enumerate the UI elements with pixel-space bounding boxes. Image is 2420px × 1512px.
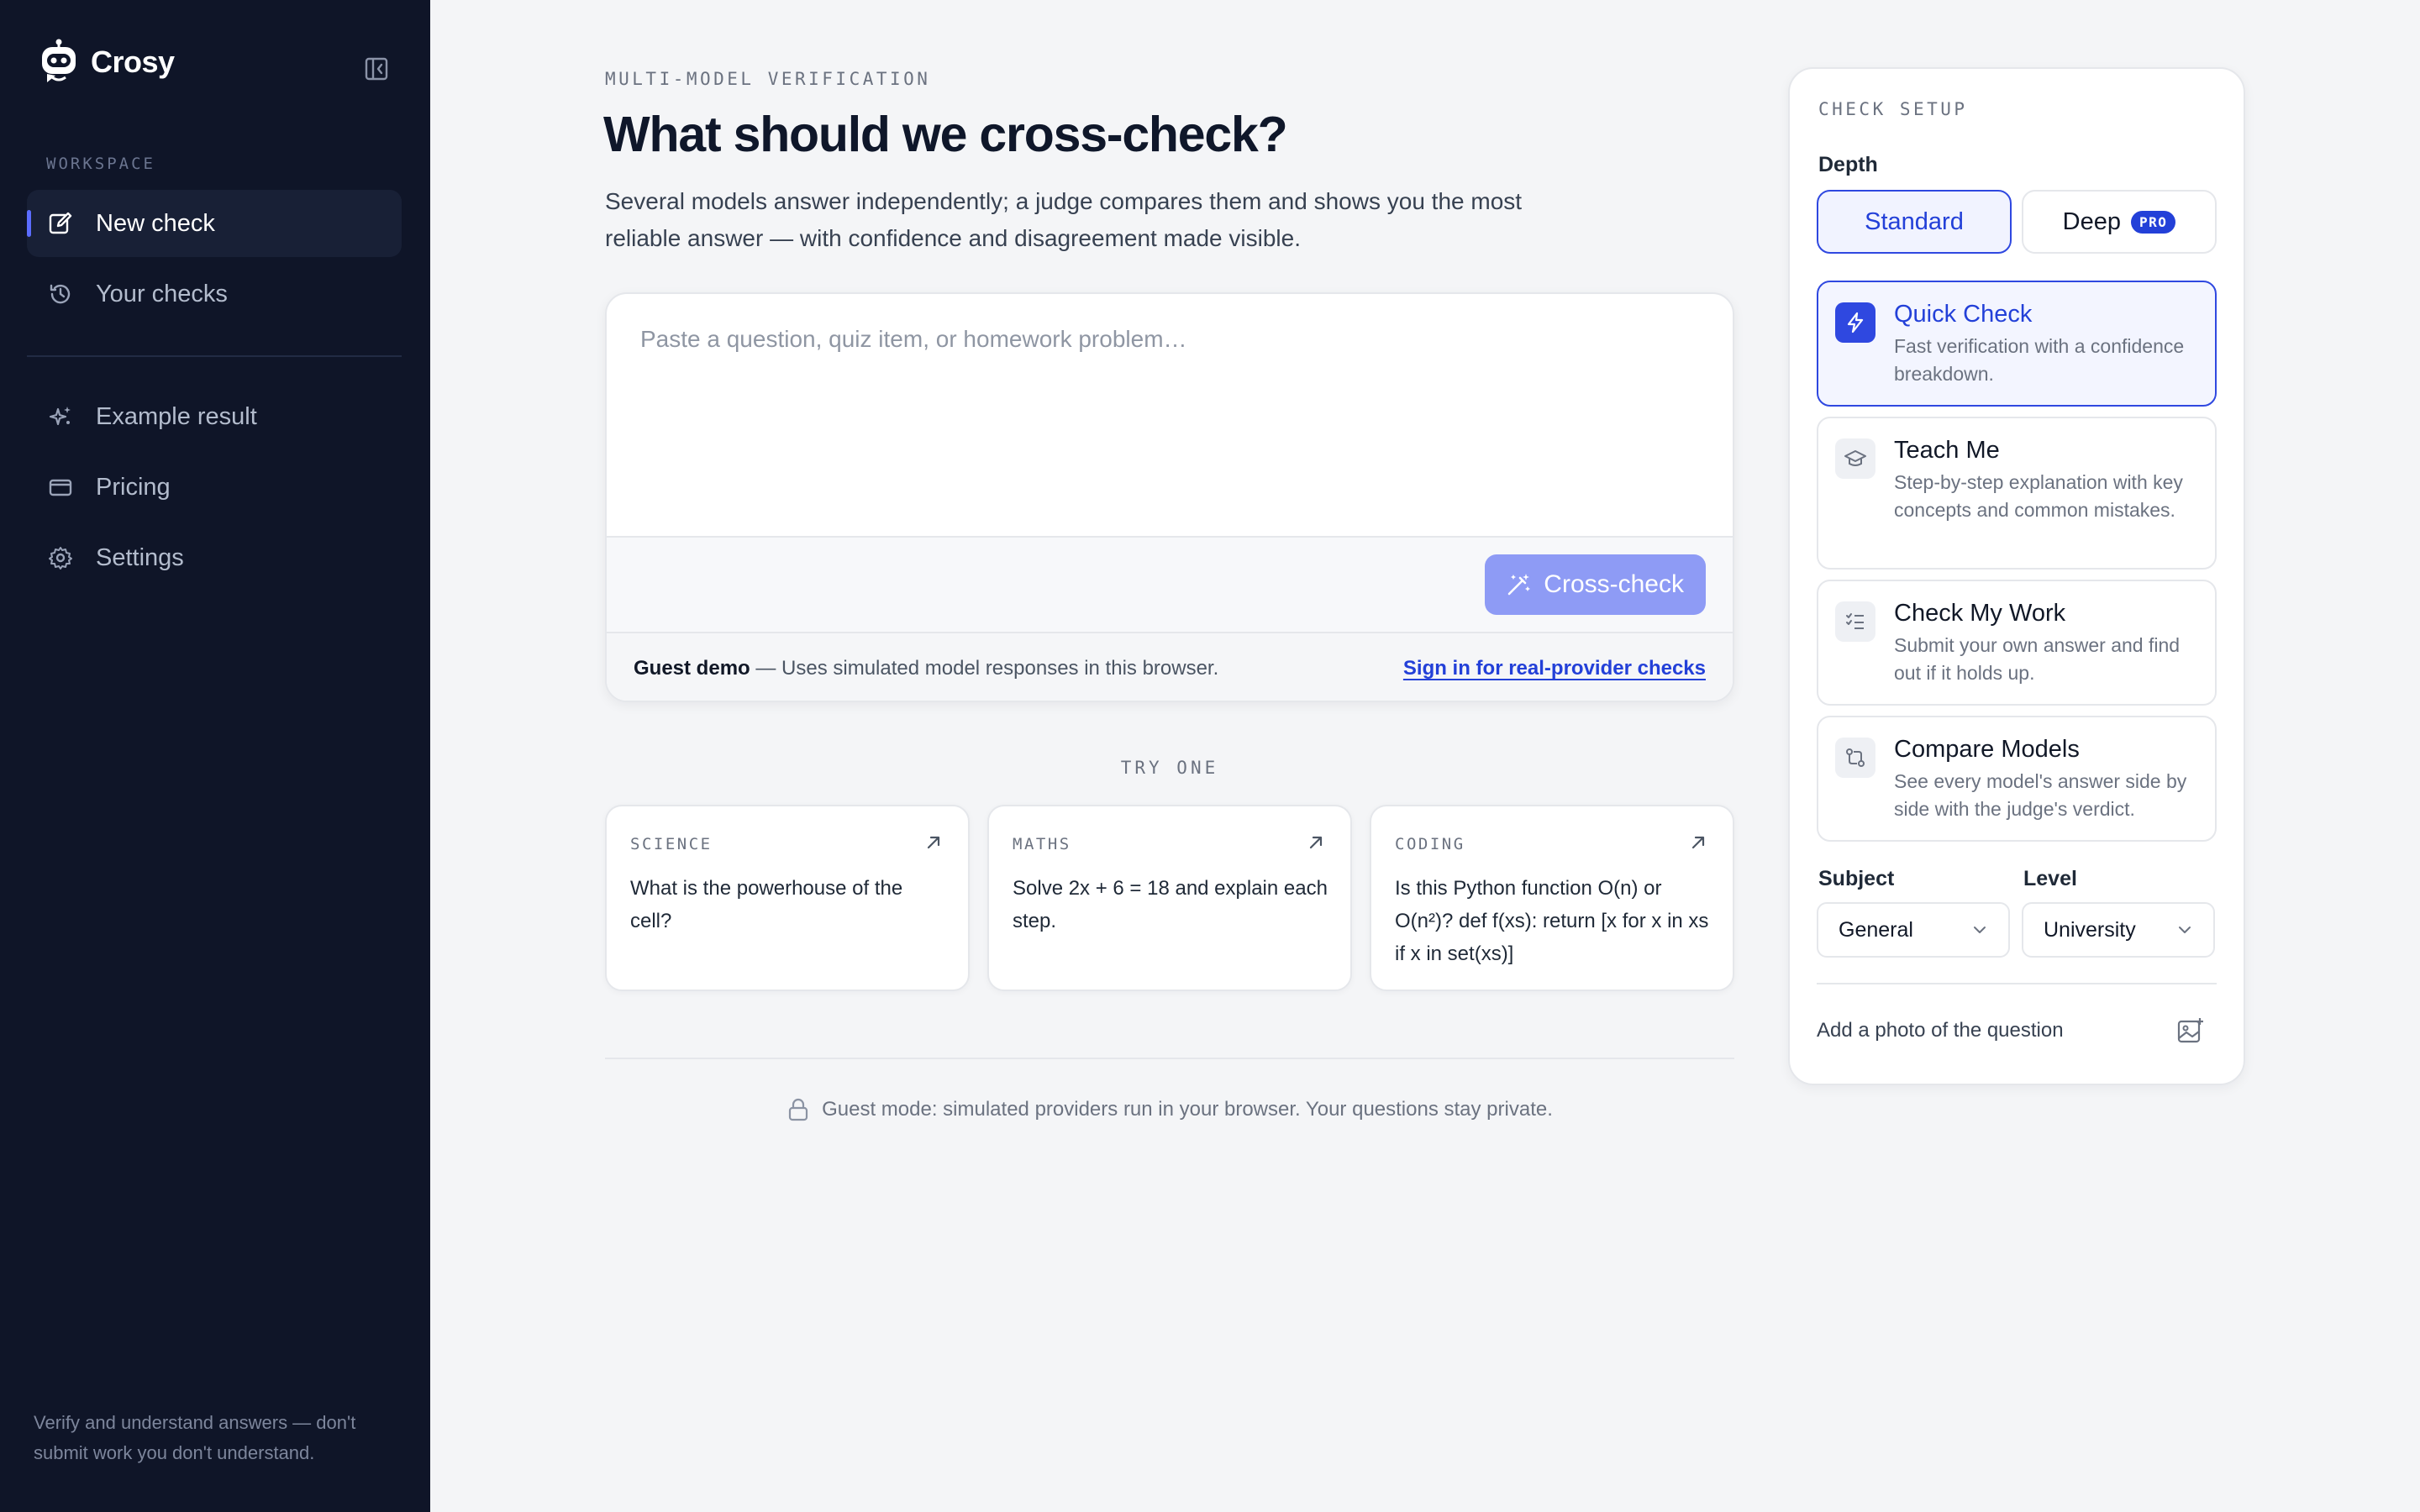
arrow-up-right-icon	[1309, 836, 1323, 849]
mode-title: Check My Work	[1894, 600, 2066, 627]
composer-toolbar: Cross-check	[607, 536, 1733, 633]
cross-check-button[interactable]: Cross-check	[1485, 554, 1706, 615]
example-question: Is this Python function O(n) or O(n²)? d…	[1395, 877, 1709, 965]
sign-in-link[interactable]: Sign in for real-provider checks	[1403, 657, 1706, 680]
brand-name: Crosy	[91, 45, 175, 79]
subject-select[interactable]: General	[1817, 902, 2010, 958]
sidebar-item-label: Settings	[96, 543, 184, 571]
mode-title: Quick Check	[1894, 301, 2033, 328]
sidebar-item-label: Example result	[96, 402, 257, 430]
pro-badge: PRO	[2130, 210, 2176, 234]
mode-quick-check[interactable]: Quick Check Fast verification with a con…	[1817, 281, 2217, 407]
magic-wand-icon	[1507, 574, 1531, 596]
example-question: Solve 2x + 6 = 18 and explain each step.	[1013, 877, 1328, 932]
guest-demo-title: Guest demo	[634, 657, 750, 680]
mode-description: Submit your own answer and find out if i…	[1894, 634, 2181, 684]
depth-label: Depth	[1818, 153, 1878, 176]
privacy-note: Guest mode: simulated providers run in y…	[605, 1097, 1734, 1122]
edit-icon	[47, 210, 74, 237]
cross-check-label: Cross-check	[1544, 570, 1684, 598]
setup-title: CHECK SETUP	[1818, 99, 1968, 119]
check-setup-panel: CHECK SETUP Depth Standard Deep PRO Quic…	[1788, 67, 2245, 1085]
sidebar: Crosy WORKSPACE New check Your checks Ex…	[0, 0, 430, 1512]
guest-demo-text: — Uses simulated model responses in this…	[750, 657, 1219, 680]
level-value: University	[2044, 917, 2136, 942]
mode-title: Teach Me	[1894, 437, 2000, 464]
sidebar-item-example-result[interactable]: Example result	[27, 383, 402, 450]
depth-standard-button[interactable]: Standard	[1817, 190, 2012, 254]
question-composer: Cross-check Guest demo — Uses simulated …	[605, 292, 1734, 702]
checklist-icon	[1835, 601, 1876, 642]
sidebar-item-label: Pricing	[96, 473, 171, 501]
sidebar-item-pricing[interactable]: Pricing	[27, 454, 402, 521]
mode-teach-me[interactable]: Teach Me Step-by-step explanation with k…	[1817, 417, 2217, 570]
page-subtitle: Several models answer independently; a j…	[605, 188, 1523, 251]
example-category: SCIENCE	[630, 835, 713, 853]
chevron-down-icon	[2179, 927, 2191, 933]
example-card-coding[interactable]: CODING Is this Python function O(n) or O…	[1370, 805, 1734, 991]
arrow-up-right-icon	[1691, 836, 1705, 849]
page-eyebrow: MULTI-MODEL VERIFICATION	[605, 69, 931, 89]
brand[interactable]: Crosy	[39, 39, 175, 86]
credit-card-icon	[47, 474, 74, 501]
try-one-label: TRY ONE	[1120, 758, 1219, 778]
mode-description: Step-by-step explanation with key concep…	[1894, 471, 2183, 521]
sidebar-item-label: Your checks	[96, 280, 228, 307]
lock-icon	[789, 1098, 808, 1121]
mode-description: See every model's answer side by side wi…	[1894, 770, 2187, 820]
arrow-up-right-icon	[927, 836, 940, 849]
robot-logo-icon	[42, 39, 76, 82]
page-title: What should we cross-check?	[603, 107, 1288, 162]
depth-option-label: Standard	[1865, 207, 1964, 235]
example-category: MATHS	[1013, 835, 1071, 853]
privacy-note-text: Guest mode: simulated providers run in y…	[822, 1098, 1553, 1121]
gear-icon	[47, 544, 74, 571]
mode-compare-models[interactable]: Compare Models See every model's answer …	[1817, 716, 2217, 842]
image-plus-icon	[2177, 1018, 2203, 1043]
sidebar-item-settings[interactable]: Settings	[27, 524, 402, 591]
workspace-section-label: WORKSPACE	[46, 155, 155, 173]
chevron-down-icon	[1974, 927, 1986, 933]
question-input[interactable]	[607, 294, 1733, 536]
sidebar-item-new-check[interactable]: New check	[27, 190, 402, 257]
sidebar-item-your-checks[interactable]: Your checks	[27, 260, 402, 328]
graduation-cap-icon	[1835, 438, 1876, 479]
mode-description: Fast verification with a confidence brea…	[1894, 335, 2185, 385]
subject-label: Subject	[1818, 867, 1895, 890]
collapse-sidebar-icon[interactable]	[363, 55, 390, 82]
subject-value: General	[1839, 917, 1913, 942]
guest-demo-bar: Guest demo — Uses simulated model respon…	[607, 633, 1733, 701]
setup-divider	[1817, 983, 2217, 984]
main-divider	[605, 1058, 1734, 1059]
add-photo-label: Add a photo of the question	[1817, 1019, 2064, 1042]
mode-check-my-work[interactable]: Check My Work Submit your own answer and…	[1817, 580, 2217, 706]
history-icon	[47, 281, 74, 307]
mode-title: Compare Models	[1894, 736, 2080, 763]
example-category: CODING	[1395, 835, 1465, 853]
example-card-maths[interactable]: MATHS Solve 2x + 6 = 18 and explain each…	[987, 805, 1352, 991]
sidebar-footer-note: Verify and understand answers — don't su…	[34, 1412, 356, 1463]
example-question: What is the powerhouse of the cell?	[630, 877, 903, 932]
depth-deep-button[interactable]: Deep PRO	[2022, 190, 2217, 254]
add-photo-button[interactable]: Add a photo of the question	[1817, 1010, 2217, 1052]
example-card-science[interactable]: SCIENCE What is the powerhouse of the ce…	[605, 805, 970, 991]
sparkles-icon	[47, 403, 74, 430]
sidebar-divider	[27, 355, 402, 357]
compare-icon	[1835, 738, 1876, 778]
level-select[interactable]: University	[2022, 902, 2215, 958]
sidebar-item-label: New check	[96, 209, 215, 237]
level-label: Level	[2023, 867, 2077, 890]
lightning-icon	[1835, 302, 1876, 343]
depth-option-label: Deep	[2062, 207, 2121, 235]
